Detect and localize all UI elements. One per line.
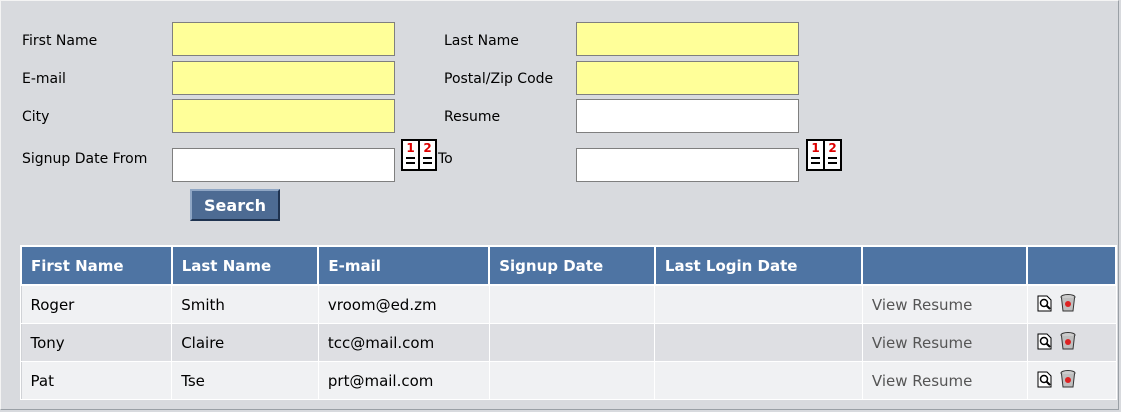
col-header-actions xyxy=(1026,245,1117,286)
resume-input[interactable] xyxy=(576,99,799,133)
to-label: To xyxy=(438,151,453,167)
view-icon[interactable] xyxy=(1037,295,1053,312)
col-header-resume xyxy=(861,245,1029,286)
delete-icon[interactable] xyxy=(1059,369,1077,389)
resume-label: Resume xyxy=(444,109,501,125)
view-resume-link[interactable]: View Resume xyxy=(861,361,1028,400)
table-row: Pat Tse prt@mail.com View Resume xyxy=(20,361,1117,400)
cell-first-name: Pat xyxy=(20,361,173,400)
postal-input[interactable] xyxy=(576,61,799,95)
cell-email: vroom@ed.zm xyxy=(317,284,490,324)
signup-from-calendar-icon[interactable]: 1 2 xyxy=(401,139,437,171)
delete-icon[interactable] xyxy=(1059,331,1077,351)
calendar-digit: 2 xyxy=(828,141,837,155)
signup-to-calendar-icon[interactable]: 1 2 xyxy=(806,139,842,171)
cell-email: tcc@mail.com xyxy=(317,323,490,362)
delete-icon[interactable] xyxy=(1059,293,1077,313)
table-row: Tony Claire tcc@mail.com View Resume xyxy=(20,323,1117,362)
cell-signup-date xyxy=(488,361,656,400)
city-input[interactable] xyxy=(172,99,395,133)
signup-to-input[interactable] xyxy=(576,148,799,182)
cell-email: prt@mail.com xyxy=(317,361,490,400)
cell-signup-date xyxy=(488,284,656,324)
view-icon[interactable] xyxy=(1037,371,1053,388)
calendar-digit: 1 xyxy=(811,141,820,155)
view-resume-link[interactable]: View Resume xyxy=(861,323,1028,362)
cell-last-login-date xyxy=(654,361,863,400)
table-header-row: First Name Last Name E-mail Signup Date … xyxy=(20,245,1117,286)
cell-actions xyxy=(1026,284,1117,324)
first-name-input[interactable] xyxy=(172,22,395,56)
cell-actions xyxy=(1026,323,1117,362)
last-name-input[interactable] xyxy=(576,22,799,56)
search-button[interactable]: Search xyxy=(190,189,280,221)
email-input[interactable] xyxy=(172,61,395,95)
cell-last-login-date xyxy=(654,284,863,324)
col-header-signup-date[interactable]: Signup Date xyxy=(488,245,656,286)
postal-label: Postal/Zip Code xyxy=(444,71,554,87)
calendar-digit: 2 xyxy=(423,141,432,155)
col-header-email[interactable]: E-mail xyxy=(317,245,491,286)
calendar-digit: 1 xyxy=(406,141,415,155)
cell-actions xyxy=(1026,361,1117,400)
cell-last-name: Tse xyxy=(171,361,319,400)
cell-first-name: Tony xyxy=(20,323,173,362)
last-name-label: Last Name xyxy=(444,33,519,49)
signup-from-input[interactable] xyxy=(172,148,395,182)
col-header-first-name[interactable]: First Name xyxy=(20,245,173,286)
results-table: First Name Last Name E-mail Signup Date … xyxy=(20,245,1117,400)
col-header-last-name[interactable]: Last Name xyxy=(170,245,320,286)
col-header-last-login-date[interactable]: Last Login Date xyxy=(653,245,864,286)
email-label: E-mail xyxy=(22,71,66,87)
view-icon[interactable] xyxy=(1037,333,1053,350)
signup-from-label: Signup Date From xyxy=(22,151,148,167)
cell-first-name: Roger xyxy=(20,284,173,324)
cell-last-login-date xyxy=(654,323,863,362)
cell-last-name: Claire xyxy=(171,323,319,362)
cell-last-name: Smith xyxy=(171,284,319,324)
view-resume-link[interactable]: View Resume xyxy=(861,284,1028,324)
city-label: City xyxy=(22,109,50,125)
cell-signup-date xyxy=(488,323,656,362)
table-row: Roger Smith vroom@ed.zm View Resume xyxy=(20,284,1117,324)
first-name-label: First Name xyxy=(22,33,98,49)
